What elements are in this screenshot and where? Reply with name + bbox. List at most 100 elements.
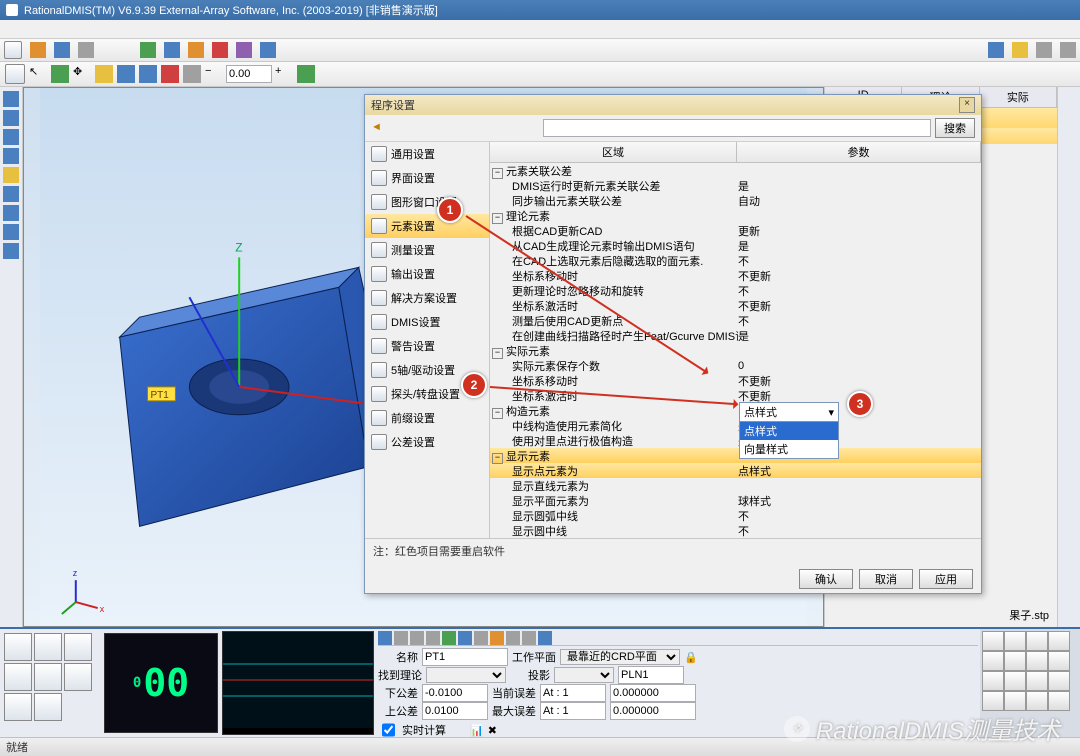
machine-icon[interactable] [164, 42, 180, 58]
axis-icon[interactable] [297, 65, 315, 83]
bp-tool-icon[interactable] [378, 631, 392, 645]
realtime-checkbox[interactable] [382, 722, 395, 738]
plane-icon[interactable] [188, 42, 204, 58]
nav-item[interactable]: DMIS设置 [365, 310, 489, 334]
run-icon[interactable] [140, 42, 156, 58]
tree-item[interactable]: 显示直线元素为 [490, 478, 981, 493]
btn-part-icon[interactable] [34, 633, 62, 661]
bp-tool-icon[interactable] [458, 631, 472, 645]
new-icon[interactable] [4, 41, 22, 59]
tree-item[interactable]: 显示点元素为点样式 [490, 463, 981, 478]
np-btn[interactable] [1048, 671, 1070, 691]
proj-select[interactable] [554, 667, 614, 683]
nav-item[interactable]: 解决方案设置 [365, 286, 489, 310]
nav-item[interactable]: 图形窗口设置 [365, 190, 489, 214]
bp-tool-icon[interactable] [538, 631, 552, 645]
bp-tool-icon[interactable] [426, 631, 440, 645]
ok-button[interactable]: 确认 [799, 569, 853, 589]
btn-grid-icon[interactable] [64, 663, 92, 691]
mirror-icon[interactable] [161, 65, 179, 83]
nav-item[interactable]: 警告设置 [365, 334, 489, 358]
tree-group[interactable]: −元素关联公差 [490, 163, 981, 178]
bp-tool-icon[interactable] [490, 631, 504, 645]
zoomin-icon[interactable]: + [275, 65, 293, 83]
tree-group[interactable]: −理论元素 [490, 208, 981, 223]
tree-item[interactable]: 坐标系激活时不更新 [490, 298, 981, 313]
cdev-at[interactable] [540, 684, 606, 702]
pointer-icon[interactable]: ↖ [29, 65, 47, 83]
feat-sphere-icon[interactable] [3, 205, 19, 221]
rotate-icon[interactable] [117, 65, 135, 83]
db-icon[interactable] [260, 42, 276, 58]
back-icon[interactable]: ◄ [371, 121, 385, 135]
tree-item[interactable]: 实际元素保存个数0 [490, 358, 981, 373]
bp-tool-icon[interactable] [410, 631, 424, 645]
point-style-combo[interactable]: 点样式 ▾ 点样式向量样式 [739, 402, 839, 459]
camera-icon[interactable] [1036, 42, 1052, 58]
close-icon[interactable]: × [959, 97, 975, 113]
tree-item[interactable]: 在CAD上选取元素后隐藏选取的面元素.不 [490, 253, 981, 268]
feat-circle-icon[interactable] [3, 148, 19, 164]
zoom-input[interactable] [226, 65, 272, 83]
name-input[interactable] [422, 648, 508, 666]
np-btn[interactable] [1048, 631, 1070, 651]
utol-input[interactable] [422, 702, 488, 720]
combo-option[interactable]: 向量样式 [740, 440, 838, 458]
tree-item[interactable]: 显示平面元素为球样式 [490, 493, 981, 508]
chart-icon[interactable]: 📊 [470, 724, 484, 737]
np-btn[interactable] [1026, 651, 1048, 671]
feat-surf-icon[interactable] [3, 243, 19, 259]
tree-item[interactable]: 测量后使用CAD更新点不 [490, 313, 981, 328]
settings-tree[interactable]: 区域 参数 −元素关联公差DMIS运行时更新元素关联公差是同步输出元素关联公差自… [490, 142, 981, 538]
save-icon[interactable] [54, 42, 70, 58]
np-btn[interactable] [1026, 691, 1048, 711]
gauge-icon[interactable] [236, 42, 252, 58]
tree-group[interactable]: −显示元素 [490, 448, 981, 463]
wp-select[interactable]: 最靠近的CRD平面 [560, 649, 680, 665]
feat-line-icon[interactable] [3, 110, 19, 126]
feat-cyl-icon[interactable] [3, 167, 19, 183]
np-btn[interactable] [982, 671, 1004, 691]
tree-item[interactable]: 显示圆弧中线不 [490, 508, 981, 523]
np-btn[interactable] [982, 651, 1004, 671]
zoomout-icon[interactable]: − [205, 65, 223, 83]
feat-point-icon[interactable] [3, 91, 19, 107]
tree-item[interactable]: DMIS运行时更新元素关联公差是 [490, 178, 981, 193]
cdev-val[interactable] [610, 684, 696, 702]
bp-tool-icon[interactable] [442, 631, 456, 645]
search-button[interactable]: 搜索 [935, 118, 975, 138]
tree-item[interactable]: 中线构造使用元素简化是 [490, 418, 981, 433]
combo-selected[interactable]: 点样式 ▾ [740, 403, 838, 422]
cancel-button[interactable]: 取消 [859, 569, 913, 589]
combo-option[interactable]: 点样式 [740, 422, 838, 440]
probe-icon[interactable] [1012, 42, 1028, 58]
cube-icon[interactable] [95, 65, 113, 83]
np-btn[interactable] [982, 691, 1004, 711]
grid-icon[interactable] [183, 65, 201, 83]
find-select[interactable] [426, 667, 506, 683]
np-btn[interactable] [1048, 651, 1070, 671]
btn-probe-icon[interactable] [4, 663, 32, 691]
tree-item[interactable]: 使用对里点进行极值构造是 [490, 433, 981, 448]
home-icon[interactable] [5, 64, 25, 84]
btn-text-icon[interactable] [4, 693, 32, 721]
feat-curve-icon[interactable] [3, 224, 19, 240]
apply-button[interactable]: 应用 [919, 569, 973, 589]
nav-item[interactable]: 界面设置 [365, 166, 489, 190]
feat-cone-icon[interactable] [3, 186, 19, 202]
np-btn[interactable] [982, 631, 1004, 651]
tree-item[interactable]: 根据CAD更新CAD更新 [490, 223, 981, 238]
btn-cube-icon[interactable] [4, 633, 32, 661]
proj-name-input[interactable] [618, 666, 684, 684]
mdev-at[interactable] [540, 702, 606, 720]
np-btn[interactable] [1026, 671, 1048, 691]
print-icon[interactable] [78, 42, 94, 58]
nav-item[interactable]: 前缀设置 [365, 406, 489, 430]
np-btn[interactable] [1004, 651, 1026, 671]
folder-icon[interactable] [30, 42, 46, 58]
btn-sphere-icon[interactable] [34, 663, 62, 691]
bp-tool-icon[interactable] [394, 631, 408, 645]
tree-item[interactable]: 从CAD生成理论元素时输出DMIS语句是 [490, 238, 981, 253]
np-btn[interactable] [1004, 671, 1026, 691]
refresh-icon[interactable] [51, 65, 69, 83]
